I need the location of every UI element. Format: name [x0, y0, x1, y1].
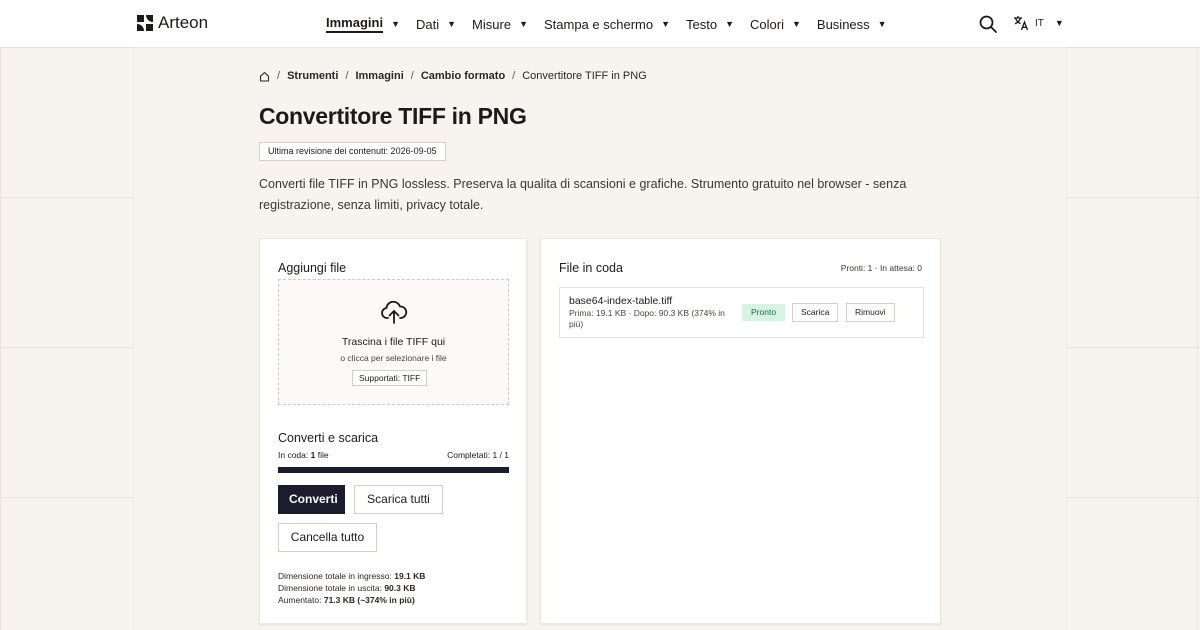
total-increase-value: 71.3 KB (~374% in più): [323, 595, 415, 605]
chevron-down-icon: ▼: [1054, 18, 1064, 28]
total-increase: Aumentato: 71.3 KB (~374% in più): [278, 594, 425, 606]
size-totals: Dimensione totale in ingresso: 19.1 KB D…: [278, 570, 425, 606]
brand-mark-icon: [137, 15, 153, 31]
status-badge: Pronto: [742, 304, 786, 321]
upload-panel: Aggiungi file Trascina i file TIFF qui o…: [259, 238, 527, 624]
nav-item-testo[interactable]: Testo ▼: [686, 0, 734, 48]
nav-item-dati[interactable]: Dati ▼: [416, 0, 456, 48]
nav-item-label: Business: [816, 16, 870, 32]
total-output-value: 90.3 KB: [384, 583, 416, 593]
page-description: Converti file TIFF in PNG lossless. Pres…: [259, 177, 907, 212]
queued-count: In coda: 1 file: [278, 450, 329, 460]
queued-unit: file: [315, 450, 329, 460]
translate-icon: [1014, 16, 1029, 31]
nav-item-immagini[interactable]: Immagini ▼: [326, 0, 400, 48]
supported-formats-badge: Supportati: TIFF: [352, 370, 428, 386]
clear-all-button[interactable]: Cancella tutto: [278, 523, 377, 552]
breadcrumb-separator: /: [410, 70, 414, 82]
dropzone-subtitle: o clicca per selezionare i file: [340, 353, 447, 363]
main-nav: Immagini ▼ Dati ▼ Misure ▼ Stampa e sche…: [326, 0, 903, 48]
nav-item-colori[interactable]: Colori ▼: [750, 0, 801, 48]
nav-item-misure[interactable]: Misure ▼: [472, 0, 528, 48]
chevron-down-icon: ▼: [447, 19, 457, 29]
nav-item-label: Testo: [686, 16, 718, 32]
nav-item-stampa-e-schermo[interactable]: Stampa e schermo ▼: [544, 0, 670, 48]
queue-panel: File in coda Pronti: 1 · In attesa: 0 ba…: [540, 238, 941, 624]
chevron-down-icon: ▼: [725, 19, 735, 29]
breadcrumb-separator: /: [277, 70, 281, 82]
brand-logo[interactable]: Arteon: [137, 13, 208, 33]
breadcrumb-link-cambio-formato[interactable]: Cambio formato: [421, 70, 505, 82]
queue-stats: In coda: 1 file Completati: 1 / 1: [278, 450, 509, 460]
download-file-button[interactable]: Scarica: [792, 303, 839, 322]
file-meta: Prima: 19.1 KB · Dopo: 90.3 KB (374% in …: [569, 308, 725, 329]
page-title: Convertitore TIFF in PNG: [259, 103, 527, 129]
language-code: IT: [1035, 17, 1044, 29]
nav-item-label: Misure: [472, 16, 512, 32]
total-increase-label: Aumentato:: [278, 595, 324, 605]
breadcrumb-link-immagini[interactable]: Immagini: [355, 70, 403, 82]
convert-heading: Converti e scarica: [278, 431, 379, 445]
breadcrumb-separator: /: [345, 70, 349, 82]
breadcrumb: / Strumenti / Immagini / Cambio formato …: [259, 70, 647, 82]
top-navigation-bar: Arteon Immagini ▼ Dati ▼ Misure ▼ Stampa…: [0, 0, 1200, 48]
download-all-button[interactable]: Scarica tutti: [354, 485, 443, 514]
nav-item-label: Immagini: [326, 15, 384, 33]
revision-badge: Ultima revisione dei contenuti: 2026-09-…: [259, 142, 446, 161]
nav-item-label: Dati: [416, 16, 440, 32]
chevron-down-icon: ▼: [877, 19, 887, 29]
convert-button[interactable]: Converti: [278, 485, 345, 514]
progress-fill: [278, 467, 509, 473]
breadcrumb-separator: /: [512, 70, 516, 82]
completed-count: Completati: 1 / 1: [447, 450, 509, 460]
chevron-down-icon: ▼: [391, 19, 400, 29]
brand-name: Arteon: [158, 13, 209, 32]
file-dropzone[interactable]: Trascina i file TIFF qui o clicca per se…: [278, 279, 509, 405]
file-name: base64-index-table.tiff: [569, 295, 673, 307]
queue-counts: Pronti: 1 · In attesa: 0: [840, 263, 922, 273]
dropzone-title: Trascina i file TIFF qui: [341, 336, 446, 348]
search-icon: [979, 15, 997, 33]
cloud-upload-icon: [381, 300, 408, 324]
total-output-label: Dimensione totale in uscita:: [278, 583, 385, 593]
queue-heading: File in coda: [559, 261, 623, 275]
chevron-down-icon: ▼: [661, 19, 671, 29]
list-item: base64-index-table.tiff Prima: 19.1 KB ·…: [559, 287, 924, 338]
chevron-down-icon: ▼: [519, 19, 528, 29]
search-button[interactable]: [979, 15, 997, 33]
chevron-down-icon: ▼: [791, 19, 801, 29]
language-selector[interactable]: IT ▼: [1013, 15, 1064, 31]
conversion-progress-bar: [278, 467, 509, 473]
remove-file-button[interactable]: Rimuovi: [846, 303, 895, 322]
nav-item-business[interactable]: Business ▼: [817, 0, 887, 48]
upload-heading: Aggiungi file: [278, 261, 347, 275]
total-input-label: Dimensione totale in ingresso:: [278, 571, 395, 581]
breadcrumb-link-strumenti[interactable]: Strumenti: [287, 70, 338, 82]
nav-item-label: Colori: [750, 16, 784, 32]
queued-label: In coda:: [278, 450, 311, 460]
total-output-size: Dimensione totale in uscita: 90.3 KB: [278, 582, 425, 594]
breadcrumb-current: Convertitore TIFF in PNG: [522, 70, 647, 82]
total-input-size: Dimensione totale in ingresso: 19.1 KB: [278, 570, 425, 582]
nav-item-label: Stampa e schermo: [543, 16, 654, 32]
home-icon[interactable]: [259, 71, 270, 82]
total-input-value: 19.1 KB: [394, 571, 426, 581]
